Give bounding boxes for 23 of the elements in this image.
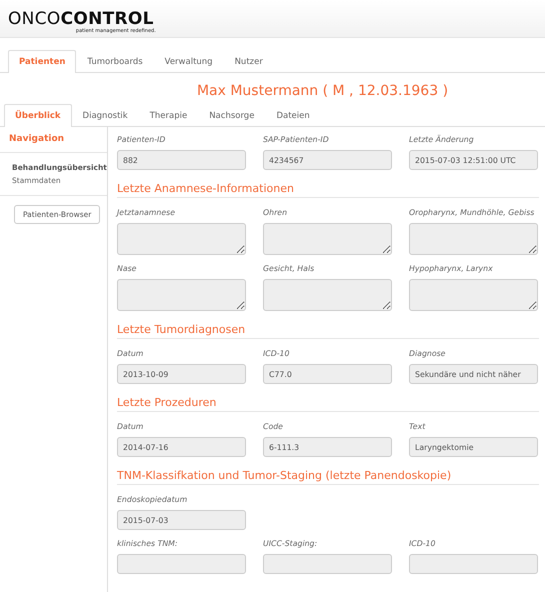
text-area[interactable] bbox=[409, 223, 538, 255]
text-area[interactable] bbox=[117, 279, 246, 311]
nav-tab[interactable]: Verwaltung bbox=[154, 50, 224, 73]
logo: ONCOCONTROL bbox=[8, 10, 154, 28]
section-title: Letzte Prozeduren bbox=[117, 396, 539, 412]
section-tab[interactable]: Therapie bbox=[138, 104, 198, 127]
section-title: TNM-Klassifkation und Tumor-Staging (letzte Panendoskopie) bbox=[117, 469, 539, 485]
input-field[interactable] bbox=[409, 554, 538, 574]
input-field[interactable] bbox=[117, 554, 246, 574]
text-area[interactable] bbox=[263, 279, 392, 311]
section-tab[interactable]: Nachsorge bbox=[198, 104, 266, 127]
section-tab[interactable]: Dateien bbox=[265, 104, 321, 127]
section-tab[interactable]: Diagnostik bbox=[72, 104, 139, 127]
text-area[interactable] bbox=[263, 223, 392, 255]
text-area[interactable] bbox=[409, 279, 538, 311]
input-field[interactable] bbox=[263, 554, 392, 574]
section-title: Letzte Anamnese-Informationen bbox=[117, 182, 539, 198]
sidebar-heading: Navigation bbox=[0, 127, 107, 153]
section-title: Letzte Tumordiagnosen bbox=[117, 323, 539, 339]
nav-tab[interactable]: Nutzer bbox=[224, 50, 274, 73]
text-area[interactable] bbox=[117, 223, 246, 255]
nav-tab[interactable]: Tumorboards bbox=[76, 50, 154, 73]
patient-title: Max Mustermann ( M , 12.03.1963 ) bbox=[196, 83, 450, 99]
